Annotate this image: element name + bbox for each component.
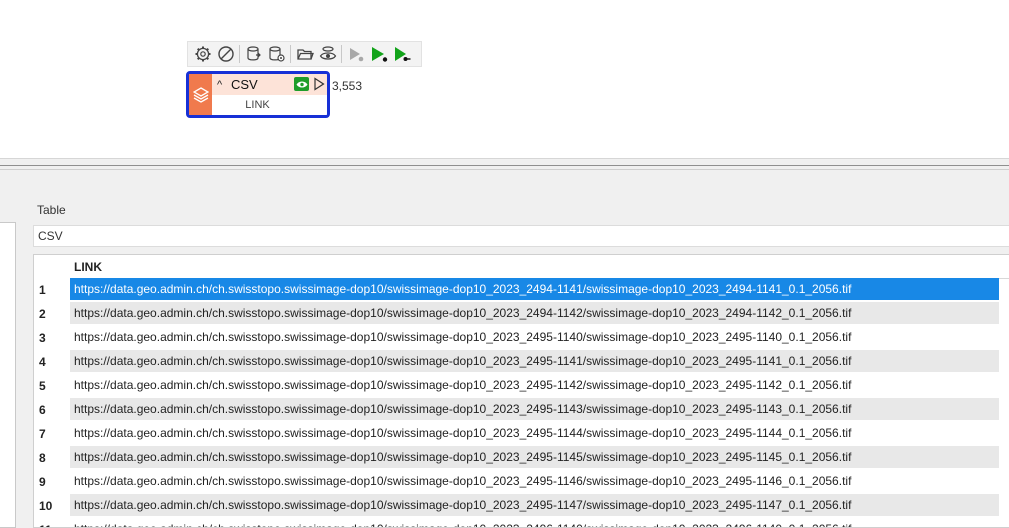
toolbar-separator <box>290 45 291 63</box>
data-table[interactable]: LINK 1 https://data.geo.admin.ch/ch.swiss… <box>33 254 1009 528</box>
node-header[interactable]: ^ CSV <box>212 74 327 95</box>
table-row[interactable]: 3 https://data.geo.admin.ch/ch.swisstopo.… <box>34 326 1009 350</box>
csv-reader-node[interactable]: ^ CSV LINK <box>186 71 330 118</box>
table-header: LINK <box>34 255 1009 279</box>
feature-cache-eye-icon[interactable] <box>294 77 309 91</box>
row-number: 7 <box>34 422 70 446</box>
feature-count-label: 3,553 <box>332 79 363 93</box>
node-toolbar <box>187 41 422 67</box>
row-number: 9 <box>34 470 70 494</box>
row-number: 3 <box>34 326 70 350</box>
feature-caching-button[interactable] <box>242 43 265 65</box>
row-number: 1 <box>34 278 70 302</box>
panel-splitter[interactable] <box>0 158 1009 179</box>
toolbar-separator <box>341 45 342 63</box>
table-row[interactable]: 10 https://data.geo.admin.ch/ch.swisstopo… <box>34 494 1009 518</box>
run-from-this-button[interactable] <box>367 43 390 65</box>
link-cell[interactable]: https://data.geo.admin.ch/ch.swisstopo.s… <box>70 518 999 527</box>
table-row[interactable]: 6 https://data.geo.admin.ch/ch.swisstopo.… <box>34 398 1009 422</box>
link-cell[interactable]: https://data.geo.admin.ch/ch.swisstopo.s… <box>70 350 999 373</box>
link-cell[interactable]: https://data.geo.admin.ch/ch.swisstopo.s… <box>70 446 999 469</box>
gear-icon <box>195 46 210 62</box>
run-just-this-icon <box>394 47 410 61</box>
link-cell[interactable]: https://data.geo.admin.ch/ch.swisstopo.s… <box>70 374 999 397</box>
column-header-link[interactable]: LINK <box>74 260 102 274</box>
link-cell[interactable]: https://data.geo.admin.ch/ch.swisstopo.s… <box>70 422 999 445</box>
cache-settings-icon <box>268 46 285 62</box>
open-folder-icon <box>296 49 314 60</box>
link-cell[interactable]: https://data.geo.admin.ch/ch.swisstopo.s… <box>70 326 999 349</box>
row-number: 6 <box>34 398 70 422</box>
table-rows: 1 https://data.geo.admin.ch/ch.swisstopo.… <box>34 278 1009 527</box>
inspect-icon <box>319 46 336 60</box>
run-just-this-button[interactable] <box>390 43 413 65</box>
run-to-this-button[interactable] <box>344 43 367 65</box>
table-row[interactable]: 7 https://data.geo.admin.ch/ch.swisstopo.… <box>34 422 1009 446</box>
run-node-play-icon[interactable] <box>313 77 325 91</box>
table-row[interactable]: 11https://data.geo.admin.ch/ch.swisstopo… <box>34 518 1009 527</box>
table-row[interactable]: 4 https://data.geo.admin.ch/ch.swisstopo.… <box>34 350 1009 374</box>
row-number: 5 <box>34 374 70 398</box>
left-side-pane <box>0 222 16 528</box>
run-to-this-icon <box>349 48 363 62</box>
collapse-caret-icon[interactable]: ^ <box>217 79 227 91</box>
table-selector[interactable]: CSV <box>33 225 1009 247</box>
row-number: 11 <box>34 518 70 527</box>
parameters-button[interactable] <box>191 43 214 65</box>
row-number: 4 <box>34 350 70 374</box>
table-row[interactable]: 5 https://data.geo.admin.ch/ch.swisstopo.… <box>34 374 1009 398</box>
row-number: 10 <box>34 494 70 518</box>
run-from-this-icon <box>371 47 387 62</box>
link-cell[interactable]: https://data.geo.admin.ch/ch.swisstopo.s… <box>70 494 999 517</box>
disable-icon <box>217 46 234 62</box>
toolbar-separator <box>239 45 240 63</box>
link-cell[interactable]: https://data.geo.admin.ch/ch.swisstopo.s… <box>70 278 999 301</box>
link-cell[interactable]: https://data.geo.admin.ch/ch.swisstopo.s… <box>70 398 999 421</box>
workspace-canvas[interactable]: ^ CSV LINK 3,553 <box>0 0 1009 158</box>
table-label: Table <box>37 203 66 217</box>
node-title: CSV <box>231 77 258 92</box>
disable-button[interactable] <box>214 43 237 65</box>
cache-icon <box>246 46 261 61</box>
table-row[interactable]: 1 https://data.geo.admin.ch/ch.swisstopo.… <box>34 278 1009 302</box>
table-row[interactable]: 8 https://data.geo.admin.ch/ch.swisstopo.… <box>34 446 1009 470</box>
output-port-link[interactable]: LINK <box>212 95 327 115</box>
cache-settings-button[interactable] <box>265 43 288 65</box>
open-containing-folder-button[interactable] <box>293 43 316 65</box>
table-row[interactable]: 2 https://data.geo.admin.ch/ch.swisstopo.… <box>34 302 1009 326</box>
row-number: 2 <box>34 302 70 326</box>
reader-layers-icon <box>189 74 212 115</box>
inspect-cached-button[interactable] <box>316 43 339 65</box>
link-cell[interactable]: https://data.geo.admin.ch/ch.swisstopo.s… <box>70 470 999 493</box>
row-number: 8 <box>34 446 70 470</box>
table-row[interactable]: 9 https://data.geo.admin.ch/ch.swisstopo.… <box>34 470 1009 494</box>
link-cell[interactable]: https://data.geo.admin.ch/ch.swisstopo.s… <box>70 302 999 325</box>
